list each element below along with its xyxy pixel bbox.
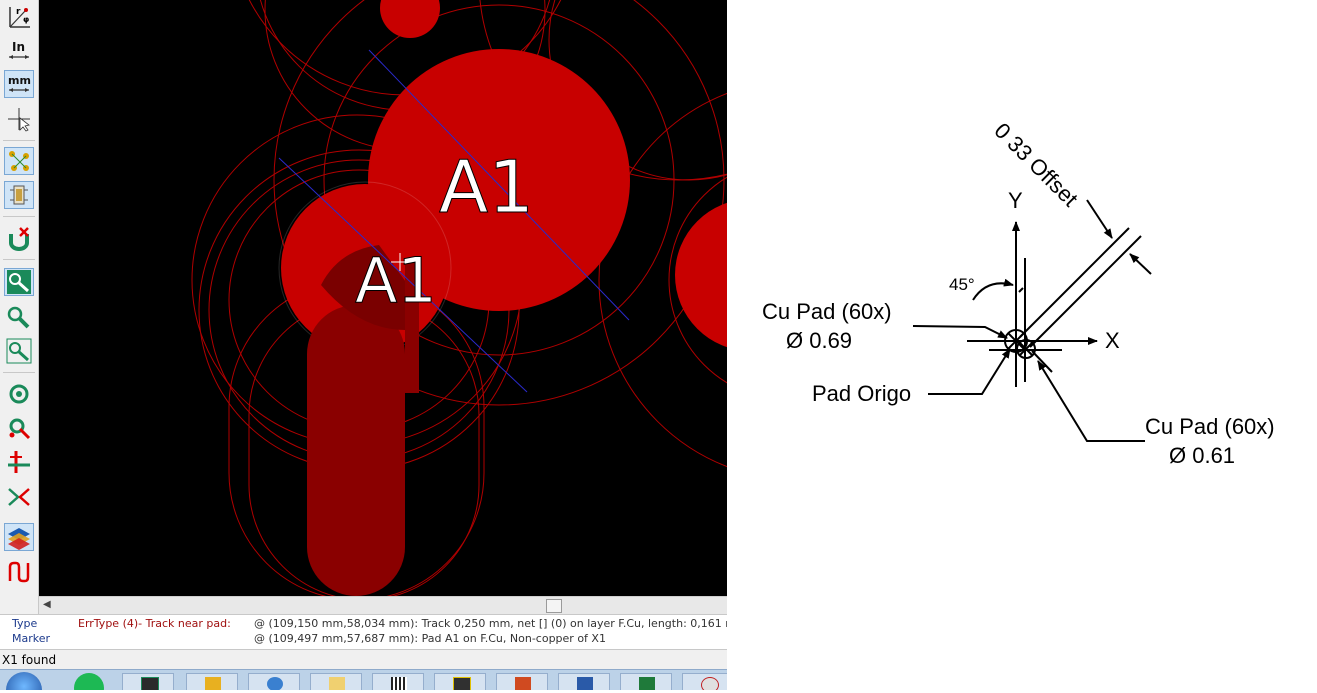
cu-pad-small-label: Cu Pad (60x) [1145, 414, 1275, 439]
full-cursor-icon[interactable] [4, 105, 34, 133]
units-inches-icon[interactable]: In [4, 37, 34, 65]
drc-item-1: @ (109,150 mm,58,034 mm): Track 0,250 mm… [254, 617, 747, 630]
svg-text:r: r [16, 7, 21, 17]
folder-app-icon [205, 677, 221, 690]
tracks-sketch-icon[interactable] [4, 337, 34, 365]
zones-hide-icon[interactable] [4, 414, 34, 442]
drc-message-panel: Type Marker ErrType (4)- Track near pad:… [0, 614, 747, 649]
units-millimeters-icon[interactable]: mm [4, 70, 34, 98]
pad-label-small: A1 [355, 244, 437, 317]
microwave-tool-icon[interactable] [4, 558, 34, 586]
offset-line-a [1019, 227, 1130, 338]
svg-text:mm: mm [8, 74, 31, 87]
explorer-icon [329, 677, 345, 690]
archive-app-icon [453, 677, 471, 690]
cu-pad-large-diameter: Ø 0.69 [786, 328, 852, 353]
start-orb-icon[interactable] [6, 672, 42, 690]
powerpoint-icon [515, 677, 531, 690]
drc-item-2: @ (109,497 mm,57,687 mm): Pad A1 on F.Cu… [254, 632, 606, 645]
vias-sketch-icon[interactable] [4, 303, 34, 331]
word-icon [577, 677, 593, 690]
scroll-left-arrow[interactable]: ◀ [43, 599, 51, 610]
polar-coordinates-icon[interactable]: rφ [4, 3, 34, 31]
pad-origin-label: Pad Origo [812, 381, 911, 406]
taskbar-button-archive[interactable] [434, 673, 486, 690]
ratsnest-icon[interactable] [4, 147, 34, 175]
barcode-app-icon [391, 677, 407, 690]
copper-pad-right [675, 202, 727, 348]
y-axis-label: Y [1008, 188, 1023, 213]
svg-text:In: In [12, 40, 25, 54]
offset-label: 0 33 Offset [989, 118, 1082, 211]
left-toolbar: rφ In mm [0, 0, 39, 616]
partial-pad-top [380, 0, 440, 38]
pcb-drawing: A1 A1 [191, 0, 727, 596]
toolbar-separator [3, 259, 35, 260]
leader-cu-pad-large [912, 325, 1008, 339]
taskbar-button-tool[interactable] [682, 673, 727, 690]
svg-text:φ: φ [23, 15, 29, 24]
spotify-icon[interactable] [74, 673, 104, 690]
horizontal-scrollbar[interactable]: ◀ [39, 596, 727, 614]
toolbar-separator [3, 216, 35, 217]
taskbar-button-folder-app[interactable] [186, 673, 238, 690]
taskbar-button-explorer[interactable] [310, 673, 362, 690]
taskbar-button-barcode[interactable] [372, 673, 424, 690]
cu-pad-large-label: Cu Pad (60x) [762, 299, 892, 324]
x-axis-label: X [1105, 328, 1120, 353]
toolbar-separator [3, 140, 35, 141]
leader-cu-pad-small [1037, 360, 1145, 442]
drc-error-type: ErrType (4)- Track near pad: [78, 617, 231, 630]
taskbar-button-browser[interactable] [248, 673, 300, 690]
angle-label: 45° [949, 275, 975, 294]
taskbar [0, 669, 727, 690]
tool-icon [701, 677, 719, 690]
high-contrast-icon[interactable] [4, 448, 34, 476]
offset-dimension-arrow [1086, 199, 1113, 239]
toolbar-separator [3, 372, 35, 373]
pad-dimension-diagram: 0 33 Offset Y X 45° Cu Pad (60x) Ø 0.69 … [727, 0, 1317, 689]
excel-icon [639, 677, 655, 690]
leader-pad-origin [928, 348, 1011, 395]
diagram-drawing: 0 33 Offset Y X 45° Cu Pad (60x) Ø 0.69 … [762, 118, 1275, 468]
status-bar: X1 found [0, 649, 727, 670]
pad-label-large: A1 [439, 145, 534, 229]
browser-icon [267, 677, 283, 690]
kicad-icon [141, 677, 159, 690]
cu-pad-small-diameter: Ø 0.61 [1169, 443, 1235, 468]
type-label: Type [12, 617, 38, 630]
layers-manager-icon[interactable] [4, 523, 34, 551]
taskbar-button-word[interactable] [558, 673, 610, 690]
copper-track [307, 305, 405, 596]
microwave-tools-icon[interactable] [4, 482, 34, 510]
module-ratsnest-icon[interactable] [4, 181, 34, 209]
angle-arc [972, 278, 1014, 301]
auto-delete-track-icon[interactable] [4, 225, 34, 253]
taskbar-button-kicad[interactable] [122, 673, 174, 690]
pads-sketch-icon[interactable] [4, 268, 34, 296]
scroll-thumb[interactable] [546, 599, 562, 613]
taskbar-button-powerpoint[interactable] [496, 673, 548, 690]
pcb-canvas[interactable]: A1 A1 [39, 0, 727, 596]
offset-line-b [1029, 235, 1142, 348]
zones-icon[interactable] [4, 380, 34, 408]
marker-label: Marker [12, 632, 51, 645]
taskbar-button-excel[interactable] [620, 673, 672, 690]
status-text: X1 found [2, 653, 57, 667]
